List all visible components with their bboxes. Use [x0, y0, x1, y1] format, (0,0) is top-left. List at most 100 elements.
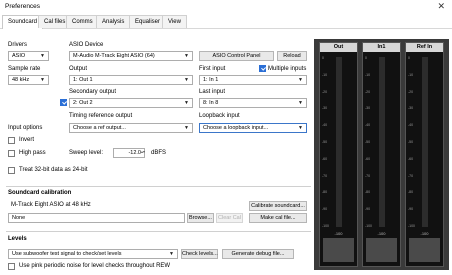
asio-control-panel-button[interactable]: ASIO Control Panel: [199, 51, 274, 61]
meter-scale-tick: -30: [408, 106, 414, 111]
meter-scale-tick: 0: [408, 56, 410, 60]
sample-rate-label: Sample rate: [8, 66, 41, 72]
meter-scale-tick: -100: [365, 224, 373, 228]
high-pass-label: High pass: [19, 150, 46, 156]
browse-button[interactable]: Browse...: [187, 213, 214, 223]
meter-in1-value: -100: [377, 231, 386, 236]
meter-ref-in-peak-box: [409, 238, 440, 262]
output-dropdown[interactable]: 1: Out 1 ▼: [69, 75, 193, 85]
meter-ref-in-bar: [421, 57, 428, 227]
meter-scale-tick: -80: [408, 190, 414, 195]
meter-scale-tick: -80: [322, 190, 328, 195]
secondary-output-checkbox[interactable]: [60, 99, 67, 106]
last-input-dropdown[interactable]: 8: In 8 ▼: [199, 98, 307, 108]
high-pass-checkbox[interactable]: [8, 150, 15, 157]
meter-scale-tick: -60: [408, 156, 414, 161]
chevron-down-icon: ▼: [169, 251, 174, 257]
chevron-down-icon: ▼: [298, 100, 303, 106]
timing-ref-output-value: Choose a ref output...: [73, 125, 126, 131]
drivers-label: Drivers: [8, 42, 27, 48]
meter-scale-tick: -10: [408, 72, 414, 77]
meter-scale-tick: -100: [408, 224, 416, 228]
meter-ref-in: Ref In 0 -10 -20 -30 -40 -50 -60 -70 -80 -90 -100 …: [405, 42, 444, 267]
tab-analysis[interactable]: Analysis: [96, 15, 131, 28]
spinner-arrows-icon[interactable]: ▴▾: [141, 148, 145, 156]
check-levels-button[interactable]: Check levels...: [181, 249, 218, 259]
first-input-dropdown[interactable]: 1: In 1 ▼: [199, 75, 307, 85]
sweep-level-input[interactable]: -12.0 ▴▾: [113, 148, 145, 158]
chevron-down-icon: ▼: [298, 125, 303, 131]
treat-32bit-label: Treat 32-bit data as 24-bit: [19, 167, 88, 173]
meter-out: Out 0 -10 -20 -30 -40 -50 -60 -70 -80 -90 -100 -10…: [319, 42, 358, 267]
calibration-section-title: Soundcard calibration: [8, 190, 72, 196]
meter-scale-tick: -90: [365, 207, 371, 212]
pink-noise-checkbox[interactable]: [8, 263, 15, 270]
chevron-down-icon: ▼: [184, 53, 189, 59]
cal-file-value: None: [12, 215, 26, 221]
last-input-label: Last input: [199, 89, 226, 95]
secondary-output-label: Secondary output: [69, 89, 117, 95]
output-label: Output: [69, 66, 88, 72]
loopback-input-label: Loopback input: [199, 113, 240, 119]
tab-view[interactable]: View: [162, 15, 187, 28]
asio-device-label: ASIO Device: [69, 42, 104, 48]
meter-scale-tick: 0: [322, 56, 324, 60]
sweep-level-label: Sweep level:: [69, 150, 104, 156]
multiple-inputs-checkbox[interactable]: [259, 65, 266, 72]
treat-32bit-checkbox[interactable]: [8, 167, 15, 174]
levels-section-title: Levels: [8, 236, 27, 242]
generate-debug-file-button[interactable]: Generate debug file...: [222, 249, 294, 259]
timing-ref-output-dropdown[interactable]: Choose a ref output... ▼: [69, 123, 193, 133]
close-icon[interactable]: ✕: [437, 1, 445, 12]
meter-scale-tick: -90: [322, 207, 328, 212]
chevron-down-icon: ▼: [184, 77, 189, 83]
section-divider: [6, 231, 311, 232]
chevron-down-icon: ▼: [184, 125, 189, 131]
meter-out-title: Out: [320, 43, 357, 52]
meter-in1: In1 0 -10 -20 -30 -40 -50 -60 -70 -80 -90 -100 -10…: [362, 42, 401, 267]
meter-scale-tick: -40: [322, 123, 328, 128]
meter-ref-in-value: -100: [420, 231, 429, 236]
drivers-value: ASIO: [12, 53, 26, 59]
meter-scale-tick: -40: [408, 123, 414, 128]
tab-equaliser[interactable]: Equaliser: [129, 15, 167, 28]
loopback-input-dropdown[interactable]: Choose a loopback input... ▼: [199, 123, 307, 133]
timing-ref-output-label: Timing reference output: [69, 113, 133, 119]
output-value: 1: Out 1: [73, 77, 93, 83]
first-input-value: 1: In 1: [203, 77, 219, 83]
calibrate-soundcard-button[interactable]: Calibrate soundcard...: [249, 201, 307, 211]
meter-scale-tick: -70: [365, 173, 371, 178]
last-input-value: 8: In 8: [203, 100, 219, 106]
meter-scale-tick: -10: [322, 72, 328, 77]
meter-out-bar: [335, 57, 342, 227]
cal-file-field[interactable]: None: [8, 213, 185, 223]
tab-soundcard[interactable]: Soundcard: [2, 15, 44, 29]
make-cal-file-button[interactable]: Make cal file...: [249, 213, 307, 223]
meter-scale-tick: -20: [365, 89, 371, 94]
meter-scale-tick: -40: [365, 123, 371, 128]
reload-button[interactable]: Reload: [277, 51, 307, 61]
window-title: Preferences: [5, 3, 41, 10]
loopback-input-value: Choose a loopback input...: [203, 125, 269, 131]
invert-label: Invert: [19, 137, 35, 143]
asio-device-dropdown[interactable]: M-Audio M-Track Eight ASIO (64) ▼: [69, 51, 193, 61]
meter-scale-tick: -60: [322, 156, 328, 161]
test-signal-value: Use subwoofer test signal to check/set l…: [12, 251, 122, 257]
sample-rate-dropdown[interactable]: 48 kHz ▼: [8, 75, 49, 85]
level-meters-panel: Out 0 -10 -20 -30 -40 -50 -60 -70 -80 -90 -100 -10…: [314, 39, 449, 270]
section-divider: [6, 186, 311, 187]
pink-noise-label: Use pink periodic noise for level checks…: [19, 263, 171, 269]
tab-comms[interactable]: Comms: [66, 15, 99, 28]
clear-cal-button[interactable]: Clear Cal: [216, 213, 243, 223]
first-input-label: First input: [199, 66, 226, 72]
secondary-output-dropdown[interactable]: 2: Out 2 ▼: [69, 98, 193, 108]
chevron-down-icon: ▼: [40, 53, 45, 59]
meter-scale-tick: -50: [322, 140, 328, 144]
drivers-dropdown[interactable]: ASIO ▼: [8, 51, 49, 61]
invert-checkbox[interactable]: [8, 137, 15, 144]
meter-scale-tick: 0: [365, 56, 367, 60]
test-signal-dropdown[interactable]: Use subwoofer test signal to check/set l…: [8, 249, 178, 259]
meter-scale-tick: -30: [365, 106, 371, 111]
secondary-output-value: 2: Out 2: [73, 100, 93, 106]
meter-in1-title: In1: [363, 43, 400, 52]
